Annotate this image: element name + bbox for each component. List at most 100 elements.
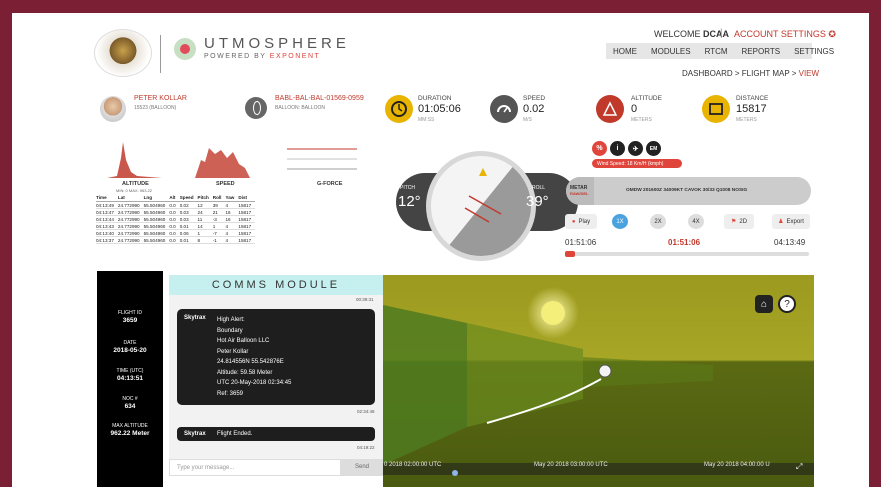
user-icon: ♟: [778, 219, 784, 225]
wind-speed-badge: Wind Speed: 18 Km/H (kmph): [592, 159, 682, 168]
message-body: High Alert: Boundary Hot Air Balloon LLC Pe…: [217, 315, 291, 399]
message-line: 24.814556N 55.542876E: [217, 359, 284, 365]
home-icon[interactable]: ⌂: [755, 295, 773, 313]
message-sender: Skytrax: [184, 315, 206, 321]
noc-label: NOC #: [122, 396, 138, 402]
message-line: Hot Air Balloon LLC: [217, 338, 270, 344]
fullscreen-icon[interactable]: ⤢: [796, 462, 802, 472]
help-icon[interactable]: ?: [778, 295, 796, 313]
pilot-avatar: [100, 96, 126, 122]
brand-name: UTMOSPHERE: [204, 35, 350, 52]
message-line: Peter Kollar: [217, 348, 249, 355]
speed-unit: M/S: [523, 117, 532, 123]
table-row: 04:13:37 24.772990 55.504960 0.0 0.01 8 -1 4 158…: [96, 236, 256, 244]
table-cell: 0.0: [169, 208, 180, 216]
time-start: 01:51:06: [565, 238, 597, 247]
table-cell: 15817: [238, 215, 256, 223]
table-row: 04:13:43 24.772990 55.504960 0.0 0.01 14 1 4 158…: [96, 222, 256, 230]
timeline-thumb[interactable]: [452, 470, 458, 476]
message-input[interactable]: Type your message...: [169, 459, 341, 476]
account-settings-link[interactable]: ACCOUNT SETTINGS ✪: [734, 29, 836, 40]
plane-icon[interactable]: ✈: [628, 141, 643, 156]
nav-settings[interactable]: SETTINGS: [787, 43, 841, 59]
2d-button[interactable]: ⚑ 2D: [724, 214, 754, 229]
duration-value: 01:05:06: [418, 103, 461, 115]
table-cell: 0.03: [179, 215, 198, 223]
logo-divider: [160, 35, 161, 73]
altitude-sparkline: [107, 142, 162, 178]
table-cell: 15817: [238, 201, 256, 209]
noc-value: 634: [124, 403, 136, 410]
brand-subtitle: POWERED BY EXPONENT: [204, 53, 321, 60]
flight-id-label: FLIGHT ID: [117, 310, 143, 316]
date-value: 2018-05-20: [113, 347, 147, 354]
info-icon[interactable]: i: [610, 141, 625, 156]
message-time: 02:34:48: [357, 409, 375, 414]
play-button[interactable]: ● Play: [565, 214, 597, 229]
table-cell: 55.504960: [143, 215, 170, 223]
playback-progress: [565, 251, 575, 257]
max-altitude-value: 962.22 Meter: [110, 430, 150, 437]
table-cell: 0.0: [169, 236, 180, 244]
settings-gear-icon: ✪: [828, 29, 836, 39]
table-cell: 0.0: [169, 229, 180, 237]
table-cell: 04:13:49: [96, 201, 118, 209]
table-cell: 24.772990: [117, 201, 144, 209]
table-cell: 8: [197, 236, 213, 244]
date-label: DATE: [123, 340, 137, 346]
table-cell: -7: [212, 229, 226, 237]
send-button[interactable]: Send: [341, 459, 383, 476]
table-row: 04:13:44 24.772990 55.504960 0.0 0.03 11 -3 16 1…: [96, 215, 256, 223]
table-cell: 24.772990: [117, 208, 144, 216]
time-value: 04:13:51: [116, 375, 144, 382]
table-cell: 4: [225, 222, 239, 230]
speed-4x-button[interactable]: 4X: [688, 214, 704, 229]
timeline-label-3: May 20 2018 04:00:00 U: [704, 462, 770, 468]
export-button[interactable]: ♟ Export: [772, 214, 810, 229]
speed-2x-button[interactable]: 2X: [650, 214, 666, 229]
em-icon[interactable]: EM: [646, 141, 661, 156]
percent-icon[interactable]: %: [592, 141, 607, 156]
record-icon: ●: [571, 218, 576, 225]
pilot-subtitle: 15523 (BALLOON): [134, 105, 177, 111]
table-cell: 0.03: [179, 208, 198, 216]
metar-tag[interactable]: METAR RAW/DEL: [566, 177, 594, 205]
nav-rtcm[interactable]: RTCM: [698, 43, 735, 59]
flight-subtitle: BALLOON: BALLOON: [275, 105, 326, 111]
nav-modules[interactable]: MODULES: [644, 43, 698, 59]
speed-sparkline: [195, 148, 250, 178]
welcome-user: DCAA: [703, 29, 730, 39]
altitude-value: 0: [631, 103, 638, 115]
table-cell: 55.504960: [143, 222, 170, 230]
table-cell: 39: [212, 201, 226, 209]
message-line: Boundary: [217, 327, 243, 334]
message-bubble: Skytrax High Alert: Boundary Hot Air Ballo…: [177, 309, 375, 405]
timeline-label-1: 0 2018 02:00:00 UTC: [384, 462, 442, 468]
distance-label: DISTANCE: [736, 95, 769, 102]
message-line: High Alert:: [217, 317, 245, 323]
playback-slider[interactable]: [565, 252, 809, 256]
pilot-name: PETER KOLLAR: [134, 95, 187, 102]
pitch-label: PITCH: [400, 185, 415, 191]
nav-home[interactable]: HOME: [606, 43, 644, 59]
speed-1x-button[interactable]: 1X: [612, 214, 628, 229]
table-cell: 15817: [238, 222, 256, 230]
table-cell: 24.772990: [117, 236, 144, 244]
nav-reports[interactable]: REPORTS: [735, 43, 788, 59]
table-row: 04:13:47 24.772990 55.504960 0.0 0.03 24 21 16 1…: [96, 208, 256, 216]
table-cell: 16: [225, 208, 239, 216]
table-cell: 55.504960: [143, 236, 170, 244]
table-cell: 24: [197, 208, 213, 216]
altitude-unit: METERS: [631, 117, 652, 123]
3d-flight-view[interactable]: [383, 275, 814, 487]
attitude-indicator: [426, 151, 536, 261]
flight-id: BABL-BAL-BAL-01569-0959: [275, 95, 364, 102]
speedometer-icon: [490, 95, 518, 123]
max-altitude-label: MAX ALTITUDE: [112, 423, 148, 429]
distance-unit: METERS: [736, 117, 757, 123]
table-cell: 24.772990: [117, 222, 144, 230]
table-cell: 55.504960: [143, 208, 170, 216]
table-cell: 04:13:47: [96, 208, 118, 216]
duration-label: DURATION: [418, 95, 452, 102]
table-cell: 55.504960: [143, 201, 170, 209]
